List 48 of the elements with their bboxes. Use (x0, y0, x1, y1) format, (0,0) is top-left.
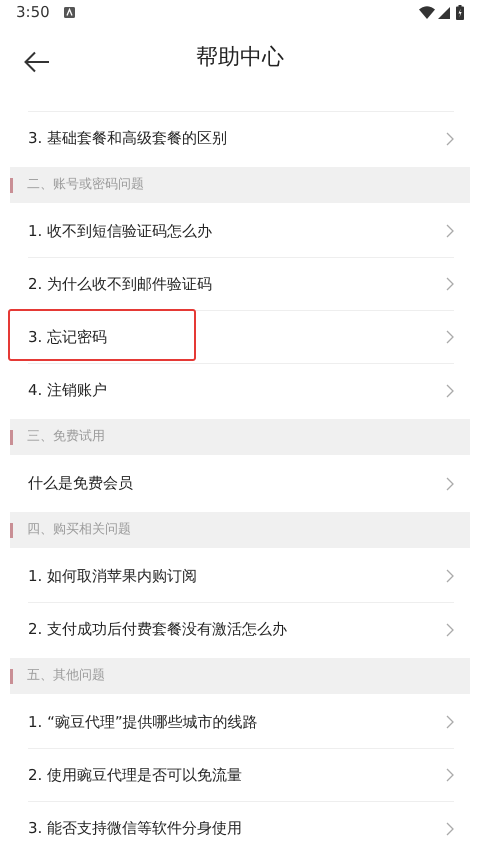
chevron-right-icon (446, 476, 454, 490)
chevron-right-icon (446, 224, 454, 238)
item-label: 3. 能否支持微信等软件分身使用 (28, 818, 244, 840)
section-title: 四、购买相关问题 (27, 521, 131, 540)
help-list-item[interactable]: 3. 基础套餐和高级套餐的区别 (28, 112, 454, 165)
item-label: 4. 注销账户 (28, 380, 108, 402)
help-list-item[interactable]: 1. 收不到短信验证码怎么办 (28, 205, 454, 258)
item-label: 1. “豌豆代理”提供哪些城市的线路 (28, 712, 259, 733)
help-list-item[interactable]: 什么是免费会员 (28, 457, 454, 510)
chevron-right-icon (446, 622, 454, 636)
help-list-item[interactable]: 1. 如何取消苹果内购订阅 (28, 550, 454, 603)
help-list-item[interactable]: 2. 支付成功后付费套餐没有激活怎么办 (28, 603, 454, 656)
section-marker (10, 522, 13, 538)
item-label: 1. 收不到短信验证码怎么办 (28, 220, 214, 242)
item-label: 1. 如何取消苹果内购订阅 (28, 566, 198, 587)
chevron-right-icon (446, 715, 454, 729)
section-marker (10, 430, 13, 444)
section-marker (10, 668, 13, 684)
section-marker (10, 178, 13, 192)
chevron-right-icon (446, 384, 454, 398)
help-list-item[interactable]: 2. 使用豌豆代理是否可以免流量 (28, 749, 454, 802)
section-title: 五、其他问题 (27, 667, 105, 686)
back-arrow-icon (24, 51, 50, 74)
section-title: 二、账号或密码问题 (27, 176, 144, 194)
help-list-item[interactable]: 1. “豌豆代理”提供哪些城市的线路 (28, 696, 454, 749)
help-list-item[interactable]: 4. 注销账户 (28, 364, 454, 417)
item-label: 3. 忘记密码 (28, 326, 108, 348)
chevron-right-icon (446, 330, 454, 344)
battery-icon (456, 5, 464, 20)
chevron-right-icon (446, 822, 454, 836)
item-label: 2. 支付成功后付费套餐没有激活怎么办 (28, 619, 288, 640)
page-title: 帮助中心 (196, 44, 284, 72)
chevron-right-icon (446, 132, 454, 146)
item-label: 2. 使用豌豆代理是否可以免流量 (28, 764, 244, 786)
help-list-item[interactable]: 3. 能否支持微信等软件分身使用 (28, 802, 454, 855)
chevron-right-icon (446, 768, 454, 782)
help-list-item[interactable]: 2. 为什么收不到邮件验证码 (28, 258, 454, 311)
help-list-item[interactable]: 3. 忘记密码 (28, 311, 454, 364)
item-label: 3. 基础套餐和高级套餐的区别 (28, 128, 228, 150)
item-label: 2. 为什么收不到邮件验证码 (28, 274, 214, 295)
item-label: 什么是免费会员 (28, 473, 134, 494)
signal-icon (438, 6, 450, 19)
section-title: 三、免费试用 (27, 428, 105, 446)
wifi-icon (419, 6, 435, 20)
chevron-right-icon (446, 277, 454, 291)
chevron-right-icon (446, 569, 454, 583)
status-time: 3:50 (16, 2, 50, 24)
notification-icon (64, 7, 75, 18)
